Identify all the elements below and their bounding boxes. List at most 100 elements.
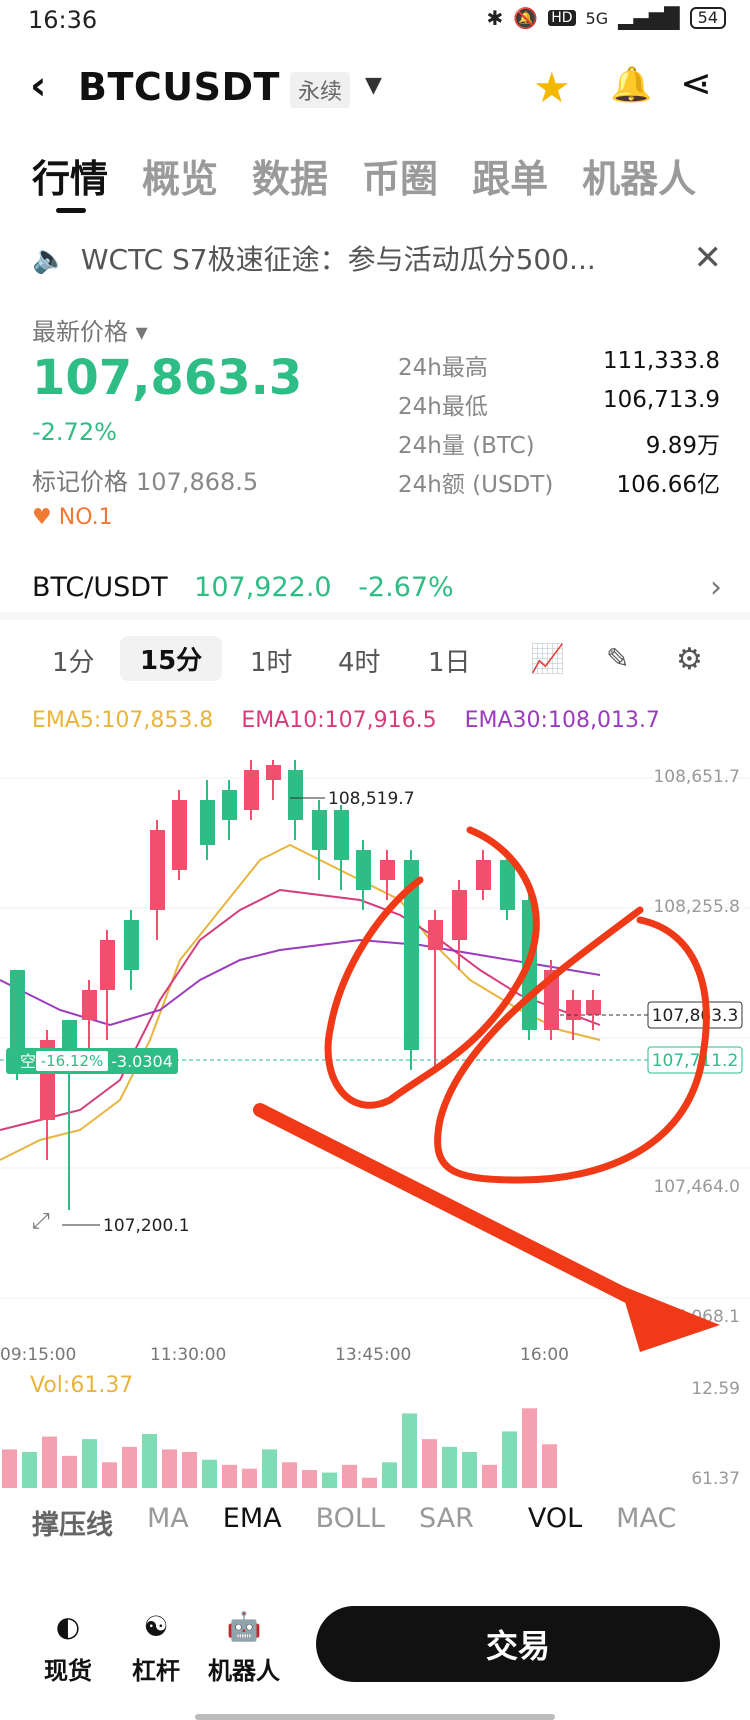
volume-bar <box>342 1464 357 1488</box>
interval-4h[interactable]: 4时 <box>338 642 381 679</box>
candle-body <box>380 860 395 880</box>
indicator-macd[interactable]: MAC <box>616 1503 676 1542</box>
bell-alert-icon[interactable]: 🔔 <box>610 65 652 105</box>
pair-title[interactable]: BTCUSDT <box>78 65 280 109</box>
interval-15m[interactable]: 15分 <box>120 636 223 681</box>
ema5-label: EMA5:107,853.8 <box>32 708 214 733</box>
indicator-support-resistance[interactable]: 撑压线 <box>32 1503 113 1542</box>
speaker-icon: 🔈 <box>32 241 67 275</box>
stat-row: 24h最低 106,713.9 <box>398 387 720 420</box>
indicator-boll[interactable]: BOLL <box>316 1503 385 1542</box>
settings-gear-icon[interactable]: ⚙ <box>676 642 703 677</box>
back-icon[interactable]: ‹ <box>30 63 46 109</box>
volume-bar <box>82 1439 97 1488</box>
current-price-tag: 107,863.3 <box>652 1006 739 1026</box>
status-icons: ✱ 🔕 HD 5G ▂▄▆█ 54 <box>487 6 726 30</box>
caret-down-icon[interactable]: ▼ <box>365 73 382 98</box>
x-tick: 09:15:00 <box>0 1345 76 1365</box>
latest-price-label[interactable]: 最新价格 ▾ <box>32 312 148 347</box>
position-pnl[interactable]: -3.0304 <box>111 1052 173 1071</box>
chart-type-icon[interactable]: 📈 <box>530 642 565 675</box>
candle-body <box>82 990 97 1020</box>
stat-row: 24h最高 111,333.8 <box>398 348 720 381</box>
tab-copytrade[interactable]: 跟单 <box>472 148 548 203</box>
volume-bar <box>62 1455 77 1488</box>
share-icon[interactable]: ⋖ <box>680 61 712 105</box>
tab-community[interactable]: 币圈 <box>362 148 438 203</box>
nav-margin[interactable]: ☯ 杠杆 <box>132 1610 180 1686</box>
spot-price: 107,922.0 <box>194 572 332 603</box>
interval-bar: 1分 15分 1时 4时 1日 📈 ✎ ⚙ <box>0 632 750 681</box>
notice-bar[interactable]: 🔈 WCTC S7极速征途：参与活动瓜分500... ✕ <box>32 238 722 278</box>
ticker-stats: 24h最高 111,333.8 24h最低 106,713.9 24h量 (BTC)… <box>398 348 720 504</box>
candle-body <box>124 920 139 970</box>
robot-icon: 🤖 <box>226 1610 262 1643</box>
candle-body <box>452 890 467 940</box>
coins-icon: ◐ <box>55 1610 81 1643</box>
annotation-circle <box>434 906 710 1184</box>
close-icon[interactable]: ✕ <box>694 238 723 278</box>
volume-chart: Vol:61.37 12.59 61.37 <box>2 1373 740 1489</box>
tab-market[interactable]: 行情 <box>32 148 108 203</box>
volume-bar <box>42 1436 57 1488</box>
indicator-vol[interactable]: VOL <box>528 1503 582 1542</box>
ema-legend: EMA5:107,853.8 EMA10:107,916.5 EMA30:108… <box>32 708 722 733</box>
candle-body <box>100 940 115 990</box>
candle-body <box>500 860 515 910</box>
volume-bar <box>462 1452 477 1488</box>
nav-bot[interactable]: 🤖 机器人 <box>208 1610 280 1686</box>
tab-overview[interactable]: 概览 <box>142 148 218 203</box>
y-tick: 107,464.0 <box>653 1177 740 1197</box>
hd-icon: HD <box>548 10 576 26</box>
spot-link[interactable]: BTC/USDT 107,922.0 -2.67% › <box>32 570 722 605</box>
indicator-ma[interactable]: MA <box>147 1503 189 1542</box>
chevron-right-icon[interactable]: › <box>710 570 722 605</box>
volume-bar <box>522 1408 537 1488</box>
change-percent: -2.72% <box>32 418 117 446</box>
indicator-ema[interactable]: EMA <box>223 1503 282 1542</box>
draw-pencil-icon[interactable]: ✎ <box>606 642 629 675</box>
stat-row: 24h量 (BTC) 9.89万 <box>398 433 720 459</box>
battery-icon: 54 <box>689 7 726 29</box>
volume-bar <box>322 1472 337 1488</box>
tab-bot[interactable]: 机器人 <box>582 148 696 203</box>
home-indicator <box>195 1714 555 1720</box>
volume-bar <box>2 1449 17 1488</box>
mute-icon: 🔕 <box>513 6 539 30</box>
expand-icon[interactable]: ⤢ <box>32 1209 50 1234</box>
volume-bar <box>402 1413 417 1488</box>
mark-price: 标记价格 107,868.5 <box>32 468 259 496</box>
last-price: 107,863.3 <box>32 350 303 406</box>
indicator-tabs: 撑压线 MA EMA BOLL SAR VOL MAC <box>32 1503 676 1542</box>
volume-bar <box>182 1452 197 1488</box>
nav-spot[interactable]: ◐ 现货 <box>44 1610 92 1686</box>
high-label: 108,519.7 <box>328 789 415 809</box>
tab-data[interactable]: 数据 <box>252 148 328 203</box>
trade-button[interactable]: 交易 <box>316 1606 720 1682</box>
volume-bar <box>142 1434 157 1488</box>
volume-bars <box>2 1408 557 1488</box>
candlestick-chart[interactable]: 108,651.7 108,255.8 107,464.0 107,068.1 … <box>0 740 750 1370</box>
notice-text[interactable]: WCTC S7极速征途：参与活动瓜分500... <box>81 238 596 278</box>
star-icon[interactable]: ★ <box>533 63 571 112</box>
y-tick: 108,651.7 <box>653 767 740 787</box>
leverage-icon: ☯ <box>143 1610 169 1643</box>
interval-1d[interactable]: 1日 <box>428 642 471 679</box>
indicator-sar[interactable]: SAR <box>419 1503 474 1542</box>
y-tick: 108,255.8 <box>653 897 740 917</box>
volume-bar <box>202 1459 217 1488</box>
heart-icon: ♥ <box>32 505 52 530</box>
volume-bar <box>482 1464 497 1488</box>
candle-body <box>334 810 349 860</box>
main-tabs: 行情 概览 数据 币圈 跟单 机器人 <box>32 148 696 203</box>
candle-body <box>10 970 25 1050</box>
x-tick: 13:45:00 <box>335 1345 411 1365</box>
interval-1m[interactable]: 1分 <box>52 642 95 679</box>
bottom-nav: ◐ 现货 ☯ 杠杆 🤖 机器人 交易 <box>0 1600 750 1700</box>
volume-bar <box>302 1470 317 1488</box>
contract-type-badge[interactable]: 永续 <box>290 72 351 108</box>
interval-1h[interactable]: 1时 <box>250 642 293 679</box>
signal-icon: ▂▄▆█ <box>618 6 680 30</box>
candle-body <box>356 850 371 890</box>
candle-body <box>288 770 303 820</box>
